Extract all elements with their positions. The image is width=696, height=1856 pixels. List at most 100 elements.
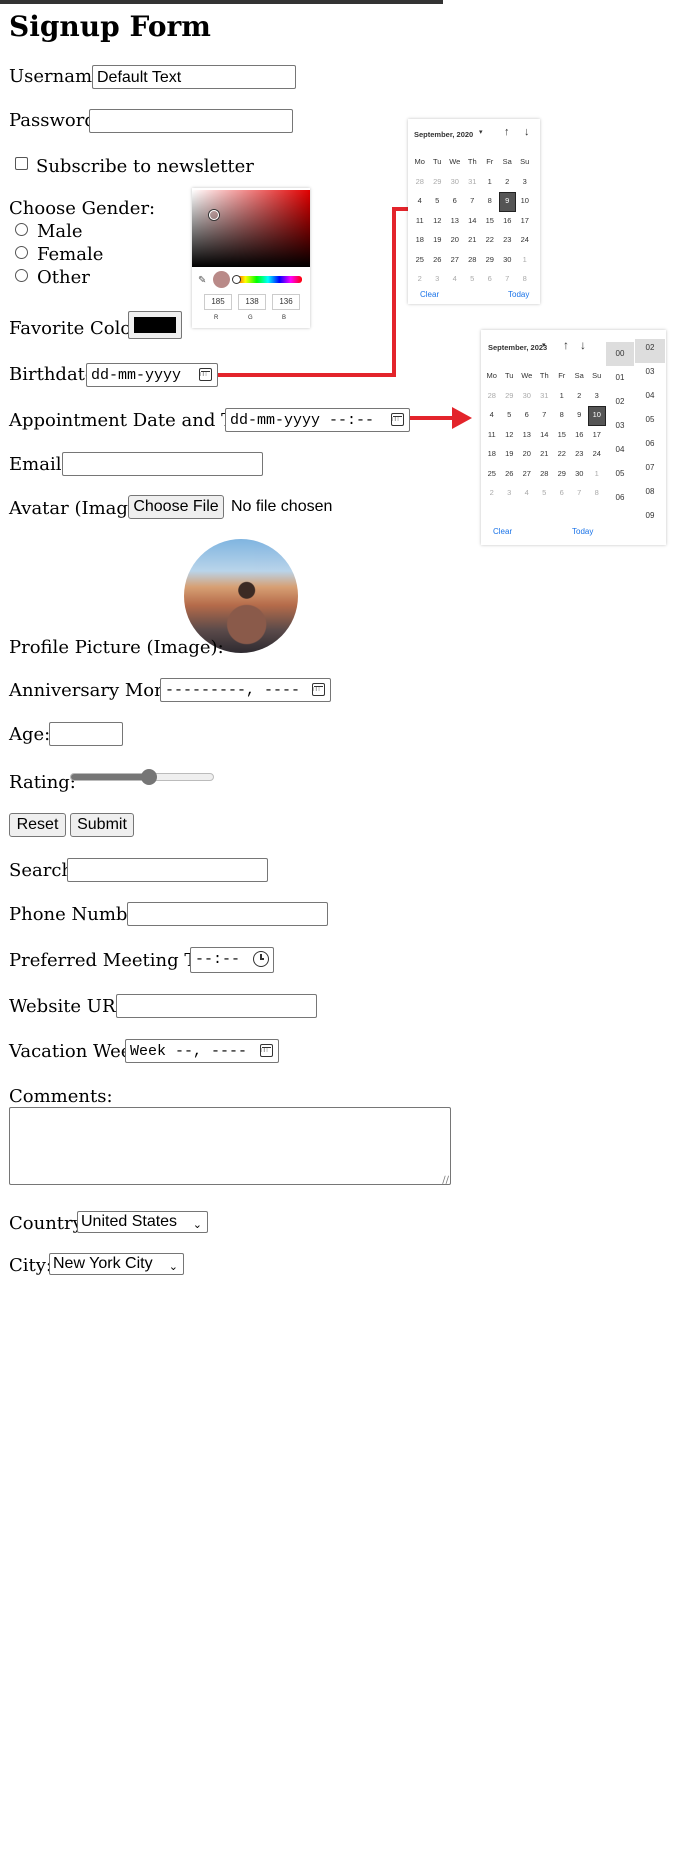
calendar-day[interactable]: 14 bbox=[464, 212, 482, 232]
time-hour-option[interactable]: 03 bbox=[606, 414, 634, 438]
gender-radio-other[interactable] bbox=[15, 269, 28, 282]
calendar-day[interactable]: 17 bbox=[516, 212, 534, 232]
color-cursor[interactable] bbox=[209, 210, 219, 220]
calendar-day[interactable]: 19 bbox=[501, 445, 519, 465]
calendar-day[interactable]: 26 bbox=[501, 465, 519, 485]
calendar-day[interactable]: 5 bbox=[464, 270, 482, 290]
calendar-day[interactable]: 5 bbox=[429, 192, 447, 212]
calendar-day[interactable]: 21 bbox=[464, 231, 482, 251]
calendar-2-month[interactable]: September, 2023 bbox=[488, 343, 547, 352]
color-r-input[interactable]: 185 bbox=[204, 294, 232, 310]
country-select[interactable]: United States ⌄ bbox=[77, 1211, 208, 1233]
calendar-day[interactable]: 27 bbox=[446, 251, 464, 271]
calendar-day[interactable]: 29 bbox=[553, 465, 571, 485]
calendar-day[interactable]: 3 bbox=[429, 270, 447, 290]
website-url-input[interactable] bbox=[116, 994, 317, 1018]
arrow-down-icon[interactable]: ↓ bbox=[580, 338, 586, 352]
calendar-day[interactable]: 2 bbox=[483, 484, 501, 504]
calendar-day[interactable]: 17 bbox=[588, 426, 606, 446]
calendar-day[interactable]: 23 bbox=[571, 445, 589, 465]
calendar-day[interactable]: 28 bbox=[464, 251, 482, 271]
avatar-choose-file-button[interactable]: Choose File bbox=[128, 495, 224, 519]
time-minute-option[interactable]: 06 bbox=[635, 435, 665, 459]
chevron-down-icon[interactable]: ▾ bbox=[542, 341, 546, 349]
calendar-icon[interactable] bbox=[260, 1044, 273, 1057]
color-saturation-area[interactable] bbox=[192, 190, 310, 267]
calendar-day[interactable]: 30 bbox=[446, 173, 464, 193]
calendar-day[interactable]: 4 bbox=[483, 406, 501, 426]
calendar-day[interactable]: 22 bbox=[481, 231, 499, 251]
calendar-day[interactable]: 7 bbox=[499, 270, 517, 290]
color-b-input[interactable]: 136 bbox=[272, 294, 300, 310]
calendar-day[interactable]: 18 bbox=[483, 445, 501, 465]
calendar-day[interactable]: 2 bbox=[411, 270, 429, 290]
calendar-day[interactable]: 21 bbox=[536, 445, 554, 465]
calendar-day[interactable]: 18 bbox=[411, 231, 429, 251]
calendar-day[interactable]: 29 bbox=[501, 387, 519, 407]
email-input[interactable] bbox=[62, 452, 263, 476]
calendar-day[interactable]: 24 bbox=[588, 445, 606, 465]
calendar-day[interactable]: 11 bbox=[411, 212, 429, 232]
submit-button[interactable]: Submit bbox=[70, 813, 134, 837]
calendar-day[interactable]: 1 bbox=[516, 251, 534, 271]
time-hour-option[interactable]: 06 bbox=[606, 486, 634, 510]
search-input[interactable] bbox=[67, 858, 268, 882]
gender-radio-male[interactable] bbox=[15, 223, 28, 236]
calendar-day[interactable]: 5 bbox=[536, 484, 554, 504]
password-input[interactable] bbox=[89, 109, 293, 133]
rating-slider-thumb[interactable] bbox=[141, 769, 158, 785]
calendar-day[interactable]: 20 bbox=[446, 231, 464, 251]
clock-icon[interactable] bbox=[253, 951, 269, 967]
calendar-day[interactable]: 15 bbox=[553, 426, 571, 446]
time-minute-option[interactable]: 05 bbox=[635, 411, 665, 435]
calendar-day[interactable]: 30 bbox=[571, 465, 589, 485]
calendar-day[interactable]: 11 bbox=[483, 426, 501, 446]
city-select[interactable]: New York City ⌄ bbox=[49, 1253, 184, 1275]
calendar-day[interactable]: 30 bbox=[518, 387, 536, 407]
calendar-day[interactable]: 2 bbox=[571, 387, 589, 407]
calendar-day[interactable]: 12 bbox=[501, 426, 519, 446]
calendar-day[interactable]: 5 bbox=[501, 406, 519, 426]
calendar-1-today-button[interactable]: Today bbox=[508, 290, 529, 299]
calendar-day[interactable]: 7 bbox=[571, 484, 589, 504]
calendar-day[interactable]: 2 bbox=[499, 173, 517, 193]
time-minute-option[interactable]: 07 bbox=[635, 459, 665, 483]
time-minute-option[interactable]: 09 bbox=[635, 507, 665, 531]
phone-input[interactable] bbox=[127, 902, 328, 926]
chevron-down-icon[interactable]: ▾ bbox=[479, 128, 483, 136]
calendar-icon[interactable] bbox=[391, 413, 404, 426]
calendar-day[interactable]: 15 bbox=[481, 212, 499, 232]
calendar-day[interactable]: 31 bbox=[464, 173, 482, 193]
time-hour-option[interactable]: 00 bbox=[606, 342, 634, 366]
calendar-day[interactable]: 19 bbox=[429, 231, 447, 251]
calendar-day[interactable]: 4 bbox=[446, 270, 464, 290]
calendar-day[interactable]: 16 bbox=[571, 426, 589, 446]
calendar-day[interactable]: 7 bbox=[464, 192, 482, 212]
calendar-day[interactable]: 8 bbox=[516, 270, 534, 290]
comments-textarea[interactable]: ∕∕ bbox=[9, 1107, 451, 1186]
reset-button[interactable]: Reset bbox=[9, 813, 66, 837]
calendar-day[interactable]: 28 bbox=[483, 387, 501, 407]
calendar-day[interactable]: 23 bbox=[499, 231, 517, 251]
time-minute-option[interactable]: 03 bbox=[635, 363, 665, 387]
calendar-day[interactable]: 1 bbox=[481, 173, 499, 193]
time-hour-option[interactable]: 01 bbox=[606, 366, 634, 390]
calendar-day[interactable]: 6 bbox=[553, 484, 571, 504]
calendar-day[interactable]: 24 bbox=[516, 231, 534, 251]
calendar-day[interactable]: 10 bbox=[516, 192, 534, 212]
arrow-down-icon[interactable]: ↓ bbox=[524, 126, 530, 138]
calendar-day[interactable]: 22 bbox=[553, 445, 571, 465]
calendar-day[interactable]: 3 bbox=[501, 484, 519, 504]
calendar-day[interactable]: 28 bbox=[411, 173, 429, 193]
resize-handle-icon[interactable]: ∕∕ bbox=[442, 1175, 449, 1186]
calendar-2-today-button[interactable]: Today bbox=[572, 527, 593, 536]
username-input[interactable]: Default Text bbox=[92, 65, 296, 89]
calendar-day[interactable]: 13 bbox=[518, 426, 536, 446]
calendar-day[interactable]: 8 bbox=[588, 484, 606, 504]
calendar-day[interactable]: 28 bbox=[536, 465, 554, 485]
age-input[interactable] bbox=[49, 722, 123, 746]
time-hour-option[interactable]: 04 bbox=[606, 438, 634, 462]
calendar-day[interactable]: 9 bbox=[498, 192, 516, 212]
arrow-up-icon[interactable]: ↑ bbox=[504, 126, 510, 138]
calendar-day[interactable]: 29 bbox=[429, 173, 447, 193]
